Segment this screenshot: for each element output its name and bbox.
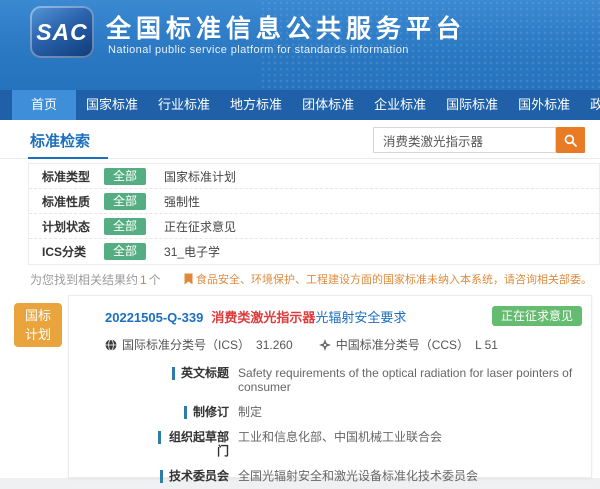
ics-value: 31.260 [256,338,293,352]
filter-panel: 标准类型 全部 国家标准计划 标准性质 全部 强制性 计划状态 全部 正在征求意… [28,163,600,265]
filter-all-badge[interactable]: 全部 [104,193,146,210]
ics-label: 国际标准分类号（ICS） [122,336,250,353]
label-bar [160,470,163,483]
site-title: 全国标准信息公共服务平台 [106,9,466,45]
standard-type-badge[interactable]: 国标 计划 [14,303,62,347]
detail-row-drafting-department: 组织起草部门 工业和信息化部、中国机械工业联合会 [69,430,591,458]
filter-option[interactable]: 国家标准计划 [164,168,236,185]
filter-label: 标准性质 [42,193,104,210]
nav-item-international-standards[interactable]: 国际标准 [436,90,508,120]
nav-item-industry-standards[interactable]: 行业标准 [148,90,220,120]
filter-row-standard-type: 标准类型 全部 国家标准计划 [29,164,599,189]
nav-item-foreign-standards[interactable]: 国外标准 [508,90,580,120]
detail-value: 全国光辐射安全和激光设备标准化技术委员会 [238,469,478,483]
globe-icon [105,339,122,351]
results-count: 为您找到相关结果约1个 [30,271,161,288]
search-icon [564,134,577,147]
sac-logo[interactable]: SAC [30,6,94,58]
filter-row-standard-nature: 标准性质 全部 强制性 [29,189,599,214]
system-notice: 食品安全、环境保护、工程建设方面的国家标准未纳入本系统，请咨询相关部委。 [184,271,592,287]
search-section: 标准检索 [0,120,600,159]
main-nav: 首页 国家标准 行业标准 地方标准 团体标准 企业标准 国际标准 国外标准 政策… [0,90,600,120]
filter-all-badge[interactable]: 全部 [104,168,146,185]
status-button[interactable]: 正在征求意见 [492,306,582,326]
filter-all-badge[interactable]: 全部 [104,243,146,260]
sac-logo-text: SAC [36,19,88,46]
card-meta-row: 国际标准分类号（ICS） 31.260 中国标准分类号（CCS） L 51 [69,326,591,353]
result-card: 20221505-Q-339 消费类激光指示器光辐射安全要求 正在征求意见 国际标… [68,295,592,478]
filter-option[interactable]: 强制性 [164,193,200,210]
filter-row-ics-category: ICS分类 全部 31_电子学 [29,239,599,264]
detail-value: Safety requirements of the optical radia… [238,366,591,394]
standard-code-link[interactable]: 20221505-Q-339 [105,310,203,325]
filter-option[interactable]: 31_电子学 [164,243,220,260]
results-summary-row: 为您找到相关结果约1个 食品安全、环境保护、工程建设方面的国家标准未纳入本系统，… [0,268,600,290]
bookmark-icon [184,273,196,285]
tab-standard-search[interactable]: 标准检索 [30,130,90,151]
label-bar [158,431,161,444]
nav-item-national-standards[interactable]: 国家标准 [76,90,148,120]
site-subtitle: National public service platform for sta… [108,44,409,56]
search-input[interactable] [373,127,556,153]
detail-row-technical-committee: 技术委员会 全国光辐射安全和激光设备标准化技术委员会 [69,469,591,483]
filter-option[interactable]: 正在征求意见 [164,218,236,235]
ccs-value: L 51 [475,338,498,352]
title-keyword-highlight[interactable]: 消费类激光指示器 [211,310,315,325]
filter-label: ICS分类 [42,243,104,260]
card-details: 英文标题 Safety requirements of the optical … [69,353,591,489]
search-button[interactable] [556,127,585,153]
filter-label: 计划状态 [42,218,104,235]
filter-row-plan-status: 计划状态 全部 正在征求意见 [29,214,599,239]
results-count-number: 1 [138,273,149,287]
label-bar [172,367,175,380]
card-title-row: 20221505-Q-339 消费类激光指示器光辐射安全要求 正在征求意见 [69,296,591,326]
title-rest[interactable]: 光辐射安全要求 [315,310,406,325]
nav-item-enterprise-standards[interactable]: 企业标准 [364,90,436,120]
nav-item-group-standards[interactable]: 团体标准 [292,90,364,120]
detail-row-english-title: 英文标题 Safety requirements of the optical … [69,366,591,394]
nav-item-local-standards[interactable]: 地方标准 [220,90,292,120]
tab-active-underline [28,157,108,159]
label-bar [184,406,187,419]
detail-row-revision-type: 制修订 制定 [69,405,591,419]
site-header: SAC 全国标准信息公共服务平台 National public service… [0,0,600,90]
filter-label: 标准类型 [42,168,104,185]
compass-diamond-icon [319,339,336,351]
detail-value: 制定 [238,405,262,419]
ccs-label: 中国标准分类号（CCS） [336,336,469,353]
filter-all-badge[interactable]: 全部 [104,218,146,235]
nav-item-policy-clipped[interactable]: 政策公告 [580,90,600,120]
detail-value: 工业和信息化部、中国机械工业联合会 [238,430,442,444]
page: SAC 全国标准信息公共服务平台 National public service… [0,0,600,489]
nav-item-home[interactable]: 首页 [12,90,76,120]
